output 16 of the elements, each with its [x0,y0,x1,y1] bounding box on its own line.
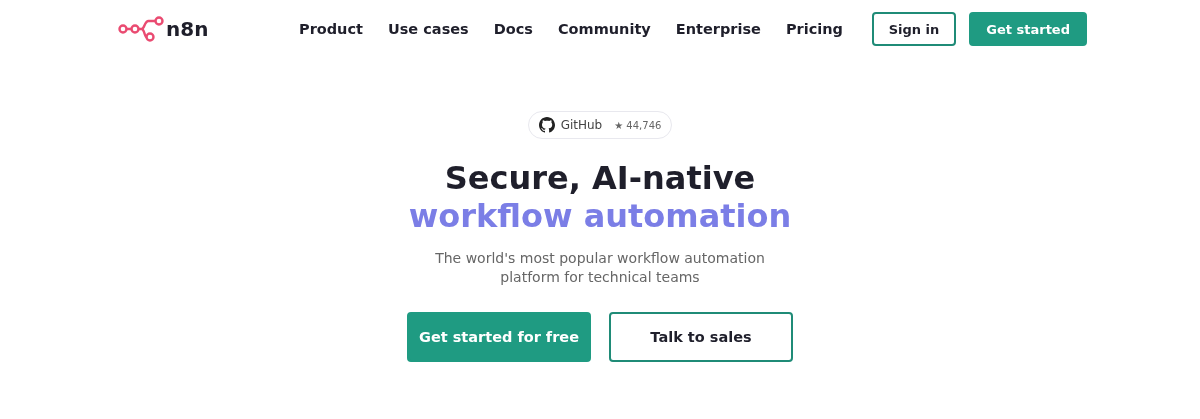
nav-link[interactable]: Community [557,21,651,37]
logo-text[interactable]: n8n [166,17,209,41]
headline: Secure, AI-native [444,159,756,197]
header-button[interactable]: Sign in [871,12,957,46]
nav-link[interactable]: Enterprise [675,21,761,37]
subtitle: The world's most popular workflow automation platform for technical teams [435,249,765,287]
nav-link[interactable]: Docs [493,21,533,37]
nav-link[interactable]: Use cases [387,21,469,37]
badge-label: GitHub [560,118,603,132]
logo-icon [118,16,164,42]
nav-link[interactable]: Pricing [785,21,843,37]
headline-accent: workflow automation [408,197,792,235]
star-count: ★ 44,746 [614,119,662,131]
github-icon [538,117,555,133]
cta-button[interactable]: Talk to sales [609,312,793,362]
nav-link[interactable]: Product [299,21,363,37]
